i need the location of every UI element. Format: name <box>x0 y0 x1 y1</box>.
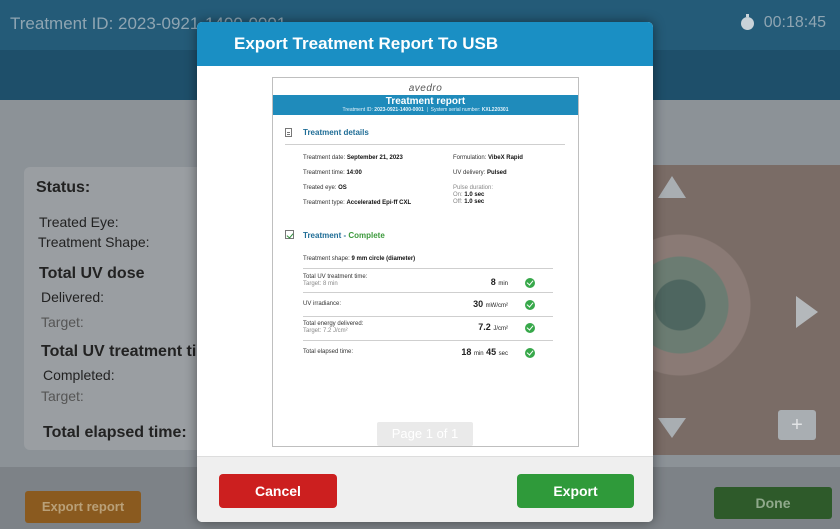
formulation-label: Formulation: <box>453 155 487 161</box>
report-preview[interactable]: avedro Treatment report Treatment ID: 20… <box>272 77 579 447</box>
divider <box>303 316 553 317</box>
treatment-section-title: Treatment - Complete <box>303 231 385 240</box>
check-circle-icon <box>525 348 535 358</box>
value-number: 8 <box>490 277 496 287</box>
result-row-value: 30 mW/cm² <box>438 299 508 309</box>
value-unit: min <box>498 281 508 287</box>
pulse-off-value: 1.0 sec <box>464 199 485 205</box>
export-button[interactable]: Export <box>517 474 634 508</box>
uv-dose-heading: Total UV dose <box>39 265 145 282</box>
value-number: 30 <box>473 299 484 309</box>
treatment-id-value: 2023-0921-1400-0001 <box>374 107 424 113</box>
date-label: Treatment date: <box>303 155 346 161</box>
target-label: Target: <box>41 314 84 330</box>
time-label: Treatment time: <box>303 170 345 176</box>
uv-time-heading: Total UV treatment ti <box>41 343 197 360</box>
treatment-shape-label: Treatment Shape: <box>38 234 150 250</box>
serial-label: System serial number: <box>430 107 481 113</box>
document-icon <box>285 128 292 137</box>
pulse-off-label: Off: <box>453 199 463 205</box>
treated-eye-label: Treated Eye: <box>39 214 119 230</box>
value-number: 18 <box>461 347 472 357</box>
result-row-label: UV irradiance: <box>303 301 342 307</box>
result-row-target: Target: 8 min <box>303 281 338 287</box>
report-subtitle: Treatment ID: 2023-0921-1400-0001 | Syst… <box>342 107 509 113</box>
pulse-off: Off: 1.0 sec <box>453 199 484 205</box>
report-banner: Treatment report Treatment ID: 2023-0921… <box>273 95 578 115</box>
pulse-on-value: 1.0 sec <box>464 192 485 198</box>
arrow-up-icon[interactable] <box>658 176 686 198</box>
value-number: 7.2 <box>478 322 491 332</box>
dialog-header: Export Treatment Report To USB <box>197 22 653 66</box>
formulation: Formulation: VibeX Rapid <box>453 155 523 161</box>
formulation-value: VibeX Rapid <box>488 155 523 161</box>
value-number-2: 45 <box>486 347 497 357</box>
pulse-on-label: On: <box>453 192 463 198</box>
export-report-button[interactable]: Export report <box>25 491 141 523</box>
uv-delivery-label: UV delivery: <box>453 170 486 176</box>
result-row-value: 8 min <box>438 277 508 287</box>
target-label-2: Target: <box>41 388 84 404</box>
shape-value: 9 mm circle (diameter) <box>351 256 416 262</box>
cancel-button[interactable]: Cancel <box>219 474 337 508</box>
eye-label: Treated eye: <box>303 185 337 191</box>
brand-logo: avedro <box>408 83 443 94</box>
treated-eye: Treated eye: OS <box>303 185 347 191</box>
export-report-dialog: Export Treatment Report To USB avedro Tr… <box>197 22 653 522</box>
checklist-icon <box>285 230 294 239</box>
result-row-value: 7.2 J/cm² <box>438 322 508 332</box>
pulse-on: On: 1.0 sec <box>453 192 484 198</box>
value-unit: J/cm² <box>493 326 508 332</box>
divider <box>285 144 565 145</box>
delivered-label: Delivered: <box>41 289 105 305</box>
result-row-label: Total elapsed time: <box>303 349 354 355</box>
treatment-date: Treatment date: September 21, 2023 <box>303 155 403 161</box>
check-circle-icon <box>525 323 535 333</box>
timer-value: 00:18:45 <box>763 14 826 31</box>
completed-label: Completed: <box>43 367 115 383</box>
time-value: 14:00 <box>346 170 362 176</box>
stopwatch-icon <box>740 13 754 30</box>
value-unit-2: sec <box>498 351 508 357</box>
uv-delivery: UV delivery: Pulsed <box>453 170 507 176</box>
eye-value: OS <box>338 185 347 191</box>
arrow-right-icon[interactable] <box>796 296 818 328</box>
arrow-down-icon[interactable] <box>658 418 686 438</box>
type-value: Accelerated Epi-ff CXL <box>346 200 412 206</box>
zoom-plus-button[interactable]: + <box>778 410 816 440</box>
result-row-target: Target: 7.2 J/cm² <box>303 328 348 334</box>
treatment-status: Complete <box>348 231 385 240</box>
page-indicator: Page 1 of 1 <box>377 422 473 446</box>
check-circle-icon <box>525 300 535 310</box>
treatment-time: Treatment time: 14:00 <box>303 170 362 176</box>
result-row-value: 18 min 45 sec <box>423 347 508 357</box>
divider <box>303 340 553 341</box>
pulse-duration-label: Pulse duration: <box>453 185 494 191</box>
value-unit: mW/cm² <box>485 303 508 309</box>
elapsed-time-heading: Total elapsed time: <box>43 424 187 441</box>
treatment-shape: Treatment shape: 9 mm circle (diameter) <box>303 256 415 262</box>
treatment-id-label: Treatment ID: <box>342 107 373 113</box>
treatment-details-title: Treatment details <box>303 128 369 137</box>
serial-value: KXL220301 <box>481 107 509 113</box>
result-row-label: Total energy delivered: <box>303 321 364 327</box>
result-row-label: Total UV treatment time: <box>303 274 368 280</box>
divider <box>303 268 553 269</box>
treatment-title: Treatment <box>303 231 342 240</box>
date-value: September 21, 2023 <box>346 155 403 161</box>
uv-delivery-value: Pulsed <box>487 170 507 176</box>
report-title: Treatment report <box>385 96 466 107</box>
shape-label: Treatment shape: <box>303 256 350 262</box>
status-heading: Status: <box>36 179 91 196</box>
type-label: Treatment type: <box>303 200 345 206</box>
done-button[interactable]: Done <box>714 487 832 519</box>
dialog-title: Export Treatment Report To USB <box>234 34 499 53</box>
value-unit: min <box>473 351 484 357</box>
check-circle-icon <box>525 278 535 288</box>
treatment-type: Treatment type: Accelerated Epi-ff CXL <box>303 200 411 206</box>
timer: 00:18:45 <box>740 13 826 32</box>
divider <box>303 292 553 293</box>
status-panel: Status: Treated Eye: Treatment Shape: To… <box>24 167 214 450</box>
